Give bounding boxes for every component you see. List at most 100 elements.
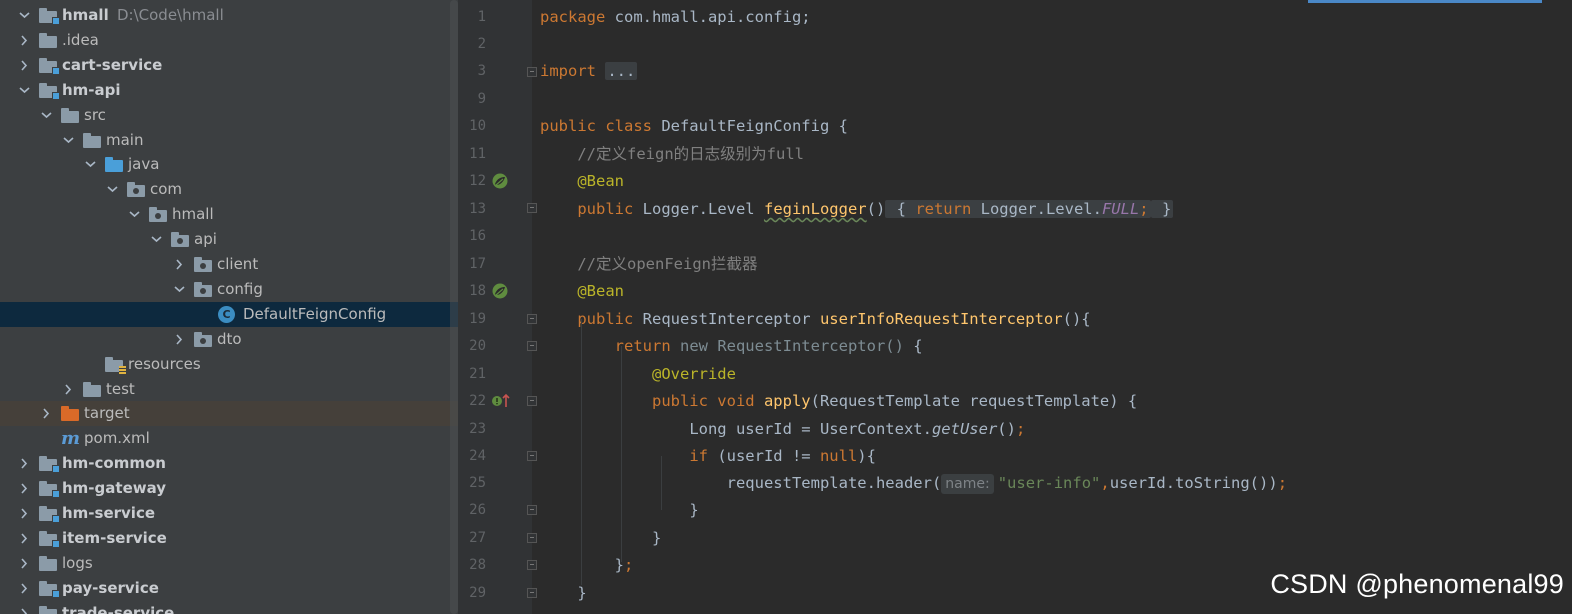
tree-item-label: src xyxy=(84,105,106,124)
tree-item[interactable]: resources xyxy=(0,352,458,377)
code-line-29: } xyxy=(577,584,587,602)
fold-toggle-icon[interactable] xyxy=(527,396,537,406)
folded-imports[interactable]: ... xyxy=(605,62,638,80)
line-number: 19 xyxy=(469,311,486,327)
code-line-28: }; xyxy=(614,556,634,574)
chevron-down-icon[interactable] xyxy=(172,277,186,302)
tree-item[interactable]: test xyxy=(0,377,458,402)
fold-toggle-icon[interactable] xyxy=(527,67,537,77)
tree-item-label: test xyxy=(106,379,135,398)
fold-toggle-icon[interactable] xyxy=(527,588,537,598)
chevron-right-icon[interactable] xyxy=(17,501,31,526)
tree-item[interactable]: api xyxy=(0,227,458,252)
tree-item-label: pom.xml xyxy=(84,429,150,448)
chevron-right-icon[interactable] xyxy=(17,601,31,614)
tree-item[interactable]: hm-api xyxy=(0,78,458,103)
override-method-icon[interactable] xyxy=(491,392,510,410)
line-number: 10 xyxy=(469,118,486,134)
chevron-down-icon[interactable] xyxy=(17,78,31,103)
tree-item-label: .idea xyxy=(62,30,99,49)
tree-item[interactable]: logs xyxy=(0,551,458,576)
tree-item[interactable]: java xyxy=(0,152,458,177)
fold-toggle-icon[interactable] xyxy=(527,203,537,213)
fold-toggle-icon[interactable] xyxy=(527,341,537,351)
line-number: 27 xyxy=(469,530,486,546)
chevron-right-icon[interactable] xyxy=(39,401,53,426)
folded-method-body[interactable]: { return Logger.Level.FULL; xyxy=(885,200,1151,218)
tree-item[interactable]: item-service xyxy=(0,526,458,551)
tree-item[interactable]: .idea xyxy=(0,28,458,53)
tree-item-label: hm-api xyxy=(62,80,121,99)
chevron-right-icon[interactable] xyxy=(61,377,75,402)
tree-item[interactable]: hm-gateway xyxy=(0,476,458,501)
chevron-down-icon[interactable] xyxy=(61,128,75,153)
fold-toggle-icon[interactable] xyxy=(527,314,537,324)
tree-item[interactable]: main xyxy=(0,128,458,153)
spring-bean-icon[interactable] xyxy=(491,282,509,300)
package-folder-icon xyxy=(127,182,145,198)
tree-item-label: com xyxy=(150,180,183,199)
chevron-right-icon[interactable] xyxy=(17,451,31,476)
java-class-icon: C xyxy=(218,305,235,323)
line-number: 25 xyxy=(469,475,486,491)
code-line-19: public RequestInterceptor userInfoReques… xyxy=(577,310,1091,328)
tree-item[interactable]: config xyxy=(0,277,458,302)
line-number: 13 xyxy=(469,201,486,217)
line-number: 1 xyxy=(477,9,486,25)
line-number: 24 xyxy=(469,448,486,464)
tree-item[interactable]: src xyxy=(0,103,458,128)
chevron-down-icon[interactable] xyxy=(105,177,119,202)
tree-item[interactable]: hm-service xyxy=(0,501,458,526)
chevron-right-icon[interactable] xyxy=(17,476,31,501)
code-editor[interactable]: 1 2 3 9 10 11 12 13 16 17 18 19 20 21 22 23 24 25 26 27 28 29… xyxy=(458,0,1572,614)
package-folder-icon xyxy=(149,207,167,223)
chevron-right-icon[interactable] xyxy=(17,28,31,53)
fold-toggle-icon[interactable] xyxy=(527,560,537,570)
tree-item[interactable]: target xyxy=(0,401,458,427)
tree-item[interactable]: C DefaultFeignConfig xyxy=(0,301,458,327)
chevron-down-icon[interactable] xyxy=(17,3,31,28)
chevron-down-icon[interactable] xyxy=(149,227,163,252)
chevron-right-icon[interactable] xyxy=(17,53,31,78)
chevron-down-icon[interactable] xyxy=(39,103,53,128)
chevron-right-icon[interactable] xyxy=(17,526,31,551)
tree-item-label: item-service xyxy=(62,528,167,547)
fold-toggle-icon[interactable] xyxy=(527,451,537,461)
tree-item[interactable]: hm-common xyxy=(0,451,458,476)
chevron-right-icon[interactable] xyxy=(172,252,186,277)
tree-item[interactable]: com xyxy=(0,177,458,202)
line-number: 29 xyxy=(469,585,486,601)
tree-item[interactable]: dto xyxy=(0,327,458,352)
tree-item-label: hm-gateway xyxy=(62,479,167,498)
chevron-right-icon[interactable] xyxy=(172,327,186,352)
line-number: 18 xyxy=(469,283,486,299)
tree-item[interactable]: hmall xyxy=(0,202,458,227)
chevron-right-icon[interactable] xyxy=(17,551,31,576)
chevron-down-icon[interactable] xyxy=(127,202,141,227)
chevron-down-icon[interactable] xyxy=(83,152,97,177)
tree-item-label: main xyxy=(106,130,144,149)
project-tree-scrollbar[interactable] xyxy=(450,0,458,614)
tree-item[interactable]: pay-service xyxy=(0,576,458,601)
folder-icon xyxy=(39,32,57,48)
excluded-folder-icon xyxy=(61,406,79,422)
line-number: 3 xyxy=(477,63,486,79)
chevron-right-icon[interactable] xyxy=(17,576,31,601)
spring-bean-icon[interactable] xyxy=(491,172,509,190)
code-line-13: public Logger.Level feginLogger() { retu… xyxy=(577,200,1174,218)
tree-item[interactable]: client xyxy=(0,252,458,277)
code-line-27: } xyxy=(651,529,662,547)
tree-item[interactable]: trade-service xyxy=(0,601,458,614)
tree-item[interactable]: cart-service xyxy=(0,53,458,78)
tree-item[interactable]: hmall D:\Code\hmall xyxy=(0,3,458,28)
tree-item-label: config xyxy=(217,279,263,298)
fold-toggle-icon[interactable] xyxy=(527,505,537,515)
folder-icon xyxy=(83,132,101,148)
package-folder-icon xyxy=(194,257,212,272)
module-folder-icon xyxy=(39,456,60,474)
fold-toggle-icon[interactable] xyxy=(527,533,537,543)
tree-item[interactable]: m pom.xml xyxy=(0,426,458,451)
code-line-24: if (userId != null){ xyxy=(689,447,876,465)
indent-guide xyxy=(581,319,582,585)
tree-item-label: target xyxy=(84,404,130,423)
